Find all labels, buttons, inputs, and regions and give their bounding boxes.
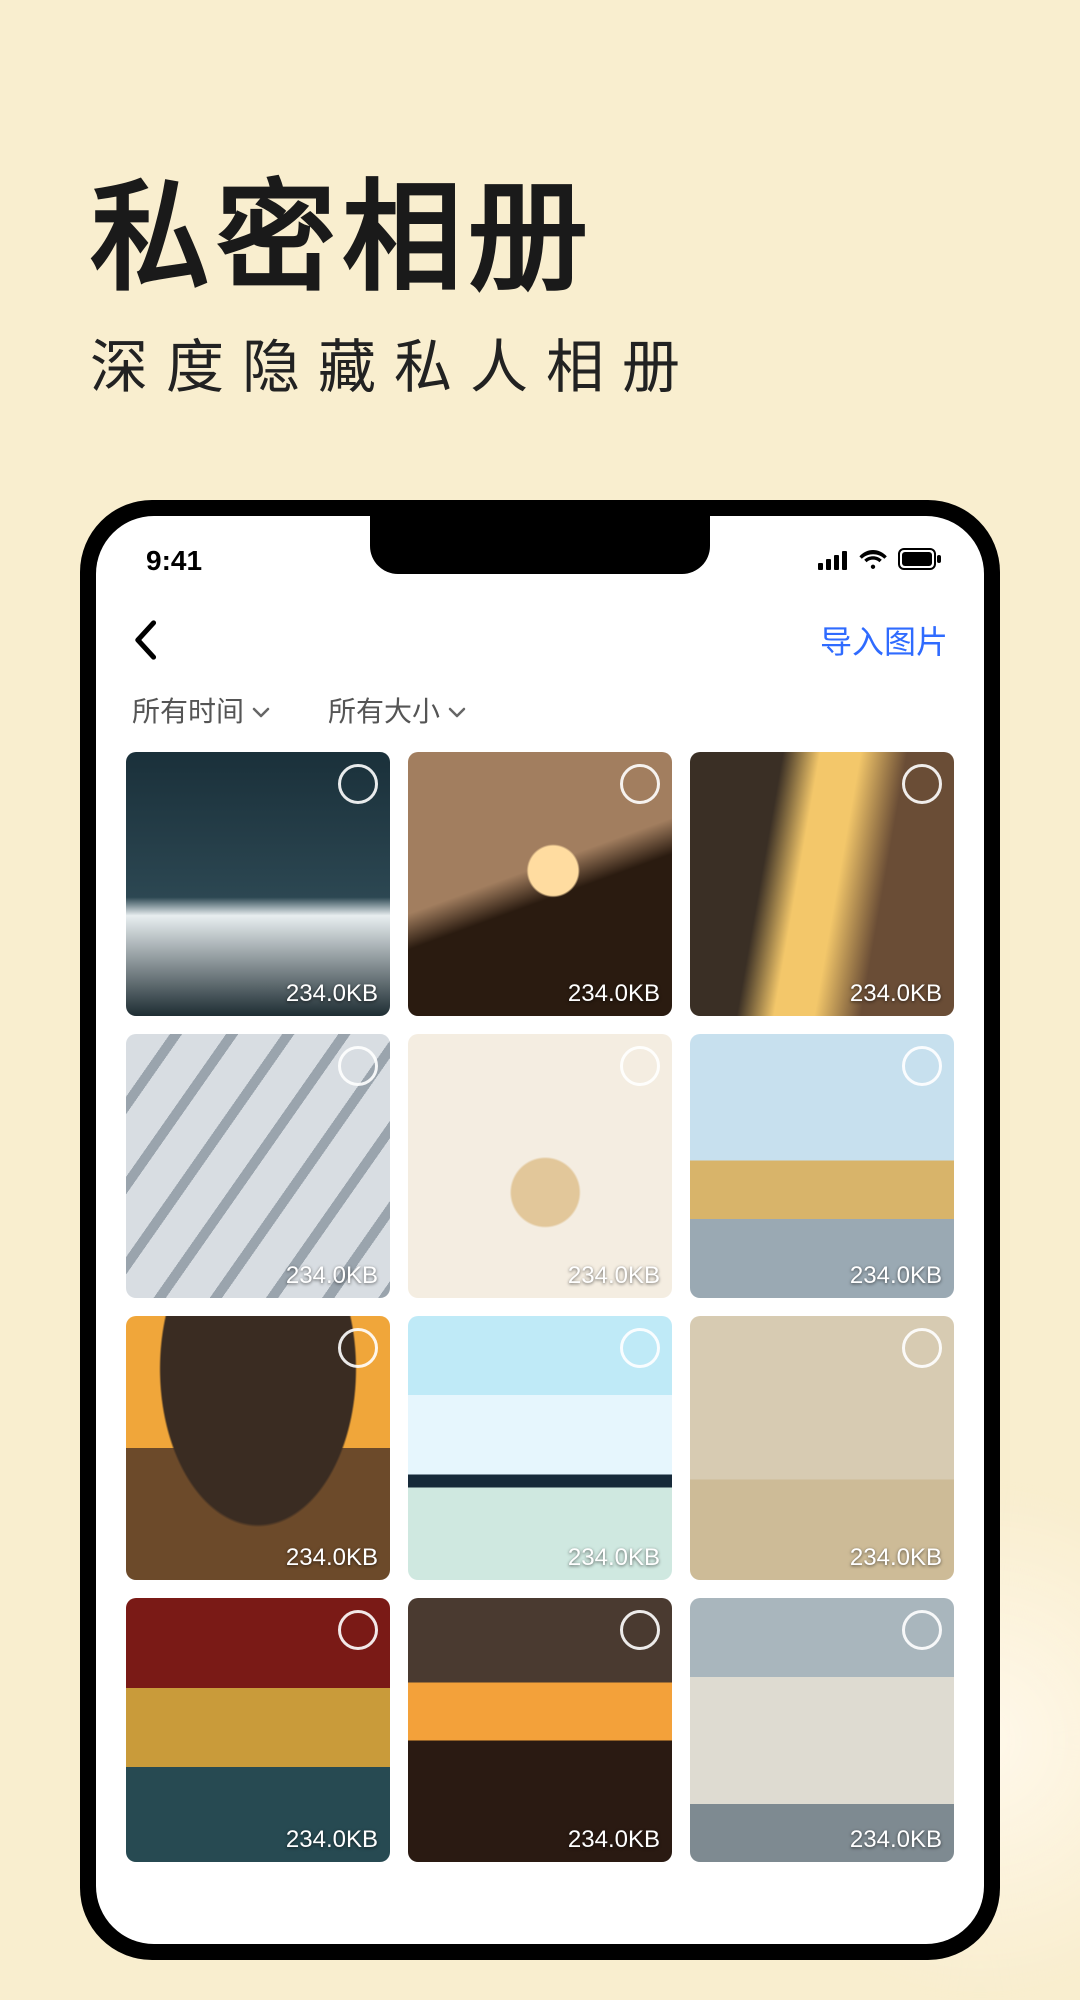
status-time: 9:41	[146, 545, 202, 577]
select-circle-icon[interactable]	[620, 1610, 660, 1650]
filter-time-label: 所有时间	[132, 690, 244, 730]
photo-size-label: 234.0KB	[286, 1544, 378, 1572]
photo-size-label: 234.0KB	[568, 1826, 660, 1854]
battery-icon	[898, 545, 942, 577]
filter-bar: 所有时间 所有大小	[96, 686, 984, 752]
photo-size-label: 234.0KB	[850, 980, 942, 1008]
photo-size-label: 234.0KB	[850, 1262, 942, 1290]
wifi-icon	[858, 545, 888, 577]
cellular-icon	[818, 545, 848, 577]
photo-item[interactable]: 234.0KB	[126, 752, 390, 1016]
filter-time[interactable]: 所有时间	[132, 690, 270, 730]
photo-size-label: 234.0KB	[568, 1544, 660, 1572]
nav-bar: 导入图片	[96, 594, 984, 686]
select-circle-icon[interactable]	[902, 764, 942, 804]
photo-size-label: 234.0KB	[286, 1826, 378, 1854]
photo-size-label: 234.0KB	[286, 980, 378, 1008]
photo-size-label: 234.0KB	[568, 980, 660, 1008]
select-circle-icon[interactable]	[620, 1046, 660, 1086]
import-photos-button[interactable]: 导入图片	[820, 617, 948, 663]
photo-size-label: 234.0KB	[850, 1826, 942, 1854]
photo-size-label: 234.0KB	[850, 1544, 942, 1572]
select-circle-icon[interactable]	[620, 764, 660, 804]
phone-notch	[370, 516, 710, 574]
status-right	[818, 545, 942, 577]
select-circle-icon[interactable]	[902, 1328, 942, 1368]
chevron-down-icon	[252, 694, 270, 726]
phone-frame: 9:41 导入图片 所有时间	[80, 500, 1000, 1960]
filter-size-label: 所有大小	[328, 690, 440, 730]
chevron-down-icon	[448, 694, 466, 726]
photo-item[interactable]: 234.0KB	[408, 752, 672, 1016]
select-circle-icon[interactable]	[338, 764, 378, 804]
select-circle-icon[interactable]	[338, 1046, 378, 1086]
photo-grid: 234.0KB 234.0KB 234.0KB 234.0KB 234.0KB …	[96, 752, 984, 1862]
filter-size[interactable]: 所有大小	[328, 690, 466, 730]
photo-item[interactable]: 234.0KB	[126, 1316, 390, 1580]
select-circle-icon[interactable]	[620, 1328, 660, 1368]
photo-item[interactable]: 234.0KB	[690, 1034, 954, 1298]
select-circle-icon[interactable]	[338, 1610, 378, 1650]
select-circle-icon[interactable]	[902, 1046, 942, 1086]
phone-screen: 9:41 导入图片 所有时间	[96, 516, 984, 1944]
photo-size-label: 234.0KB	[568, 1262, 660, 1290]
photo-item[interactable]: 234.0KB	[126, 1598, 390, 1862]
select-circle-icon[interactable]	[338, 1328, 378, 1368]
photo-item[interactable]: 234.0KB	[408, 1316, 672, 1580]
photo-item[interactable]: 234.0KB	[408, 1034, 672, 1298]
promo-title: 私密相册	[90, 140, 594, 314]
photo-item[interactable]: 234.0KB	[690, 1598, 954, 1862]
photo-size-label: 234.0KB	[286, 1262, 378, 1290]
photo-item[interactable]: 234.0KB	[690, 752, 954, 1016]
photo-item[interactable]: 234.0KB	[690, 1316, 954, 1580]
photo-item[interactable]: 234.0KB	[126, 1034, 390, 1298]
photo-item[interactable]: 234.0KB	[408, 1598, 672, 1862]
promo-subtitle: 深度隐藏私人相册	[90, 320, 698, 404]
back-button[interactable]	[132, 620, 158, 660]
select-circle-icon[interactable]	[902, 1610, 942, 1650]
